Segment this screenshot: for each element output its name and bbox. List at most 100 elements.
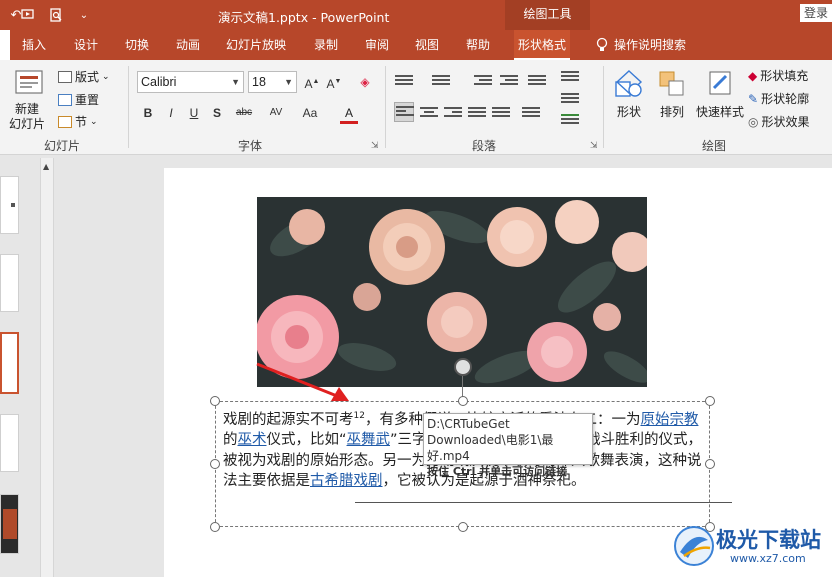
align-center-icon[interactable] [420, 105, 438, 121]
hyperlink-tooltip: D:\CRTubeGet Downloaded\电影1\最好.mp4 按住 Ct… [423, 413, 593, 478]
shape-effects-button[interactable]: ◎ 形状效果 [748, 113, 810, 130]
document-title: 演示文稿1.pptx - PowerPoint [218, 10, 390, 25]
distributed-icon[interactable] [492, 105, 510, 121]
increase-font-icon[interactable]: A▲ [303, 73, 321, 91]
text-direction-icon[interactable] [561, 69, 579, 85]
print-preview-icon[interactable] [46, 5, 66, 25]
rotate-handle[interactable] [454, 358, 472, 376]
slide-thumbnail[interactable] [0, 176, 19, 234]
effects-icon: ◎ [748, 114, 759, 129]
chevron-down-icon: ▼ [284, 77, 293, 87]
paint-bucket-icon: ◆ [748, 68, 758, 83]
convert-smartart-icon[interactable] [561, 112, 579, 128]
font-size-value: 18 [252, 75, 266, 89]
tab-review[interactable]: 审阅 [365, 30, 389, 60]
tab-transitions[interactable]: 切换 [125, 30, 149, 60]
shape-fill-button[interactable]: ◆ 形状填充 [748, 67, 808, 84]
slide-thumbnail[interactable] [0, 414, 19, 472]
font-color-icon[interactable]: A [340, 104, 358, 124]
paragraph-dialog-launcher-icon[interactable]: ⇲ [590, 141, 598, 151]
tab-file[interactable] [0, 30, 10, 60]
align-left-button[interactable] [394, 102, 414, 122]
section-label: 节 [75, 115, 88, 129]
shape-outline-button[interactable]: ✎ 形状轮廓 [748, 90, 809, 107]
customize-toolbar-icon[interactable]: ⌄ [74, 5, 94, 25]
shadow-icon[interactable]: S [208, 104, 226, 122]
tab-slideshow[interactable]: 幻灯片放映 [226, 30, 286, 60]
resize-handle-top-left[interactable] [210, 396, 220, 406]
slide-thumbnail[interactable] [0, 494, 19, 554]
pen-icon: ✎ [748, 91, 759, 106]
resize-handle-top[interactable] [458, 396, 468, 406]
tab-design[interactable]: 设计 [74, 30, 98, 60]
title-bar: ↶ ⌄ 演示文稿1.pptx - PowerPoint 绘图工具 登录 [0, 0, 832, 30]
italic-icon[interactable]: I [162, 104, 180, 122]
reset-label: 重置 [75, 93, 100, 107]
arrange-button[interactable]: 排列 [653, 66, 691, 132]
tab-record[interactable]: 录制 [314, 30, 338, 60]
tooltip-path-line1: D:\CRTubeGet [427, 417, 510, 431]
resize-handle-right[interactable] [705, 459, 715, 469]
scroll-up-icon[interactable]: ▲ [43, 162, 49, 171]
decrease-indent-icon[interactable] [474, 73, 492, 89]
bold-icon[interactable]: B [139, 104, 157, 122]
bullets-icon[interactable] [395, 73, 413, 89]
text-run: 戏剧的起源实不可考 [223, 411, 354, 428]
align-right-icon[interactable] [444, 105, 462, 121]
resize-handle-bottom[interactable] [458, 522, 468, 532]
shapes-icon [615, 70, 643, 97]
justify-icon[interactable] [468, 105, 486, 121]
reset-button[interactable]: 重置 [58, 91, 99, 108]
clear-formatting-icon[interactable]: ◈ [356, 73, 374, 91]
section-icon [58, 115, 72, 128]
quick-styles-icon [709, 71, 731, 95]
tab-view[interactable]: 视图 [415, 30, 439, 60]
lightbulb-icon [596, 37, 608, 51]
hyperlink[interactable]: 巫舞 [347, 432, 376, 448]
signin-button[interactable]: 登录 [800, 4, 832, 22]
thumbnail-scrollbar[interactable]: ▲ [40, 158, 54, 577]
strikethrough-icon[interactable]: abc [232, 104, 256, 122]
hyperlink[interactable]: 原始宗教 [640, 412, 698, 428]
increase-indent-icon[interactable] [500, 73, 518, 89]
start-from-beginning-icon[interactable] [18, 5, 38, 25]
tell-me-label: 操作说明搜索 [614, 38, 687, 52]
underline-icon[interactable]: U [185, 104, 203, 122]
slide-thumbnail-selected[interactable] [0, 332, 19, 394]
font-size-dropdown[interactable]: 18 ▼ [248, 71, 297, 93]
columns-icon[interactable] [522, 105, 540, 121]
hyperlink[interactable]: 古希腊戏剧 [310, 473, 383, 489]
change-case-icon[interactable]: Aa [298, 104, 322, 122]
align-text-icon[interactable] [561, 91, 579, 107]
drawing-tools-label: 绘图工具 [505, 0, 590, 30]
layout-button[interactable]: 版式 ⌄ [58, 68, 110, 85]
slide-thumbnail[interactable] [0, 254, 19, 312]
reset-icon [58, 93, 72, 106]
numbering-icon[interactable] [432, 73, 450, 89]
tab-animations[interactable]: 动画 [176, 30, 200, 60]
resize-handle-top-right[interactable] [705, 396, 715, 406]
text-run: “ [339, 432, 347, 449]
decrease-font-icon[interactable]: A▼ [325, 73, 343, 91]
font-dialog-launcher-icon[interactable]: ⇲ [371, 141, 379, 151]
align-left-icon [396, 104, 414, 120]
text-run: 仪式，比如 [266, 432, 340, 449]
font-name-dropdown[interactable]: Calibri ▼ [137, 71, 244, 93]
tooltip-path-line2: Downloaded\电影1\最好.mp4 [427, 433, 554, 463]
watermark-logo: 极光下载站 www.xz7.com [672, 520, 832, 572]
tab-shape-format[interactable]: 形状格式 [514, 30, 571, 60]
group-divider [128, 66, 129, 148]
line-spacing-icon[interactable] [528, 73, 546, 89]
hyperlink[interactable]: 武 [376, 432, 391, 448]
resize-handle-left[interactable] [210, 459, 220, 469]
shapes-button[interactable]: 形状 [610, 66, 648, 132]
tell-me-search[interactable]: 操作说明搜索 [596, 30, 686, 60]
tab-insert[interactable]: 插入 [22, 30, 46, 60]
new-slide-button[interactable]: 新建 幻灯片 [4, 66, 50, 134]
hyperlink[interactable]: 巫术 [238, 432, 267, 448]
quick-styles-button[interactable]: 快速样式 [694, 66, 746, 132]
resize-handle-bottom-left[interactable] [210, 522, 220, 532]
section-button[interactable]: 节 ⌄ [58, 113, 98, 130]
character-spacing-icon[interactable]: AV [264, 104, 288, 122]
tab-help[interactable]: 帮助 [466, 30, 490, 60]
